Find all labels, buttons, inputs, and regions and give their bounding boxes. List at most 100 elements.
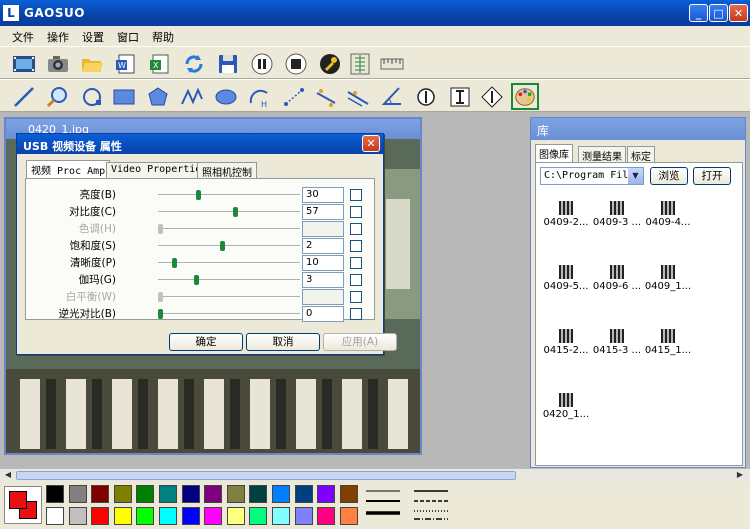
ruler-vertical-icon[interactable] bbox=[346, 50, 374, 77]
property-slider[interactable] bbox=[158, 207, 300, 217]
maximize-button[interactable]: □ bbox=[709, 4, 728, 22]
vertical-distance-icon[interactable] bbox=[446, 83, 474, 110]
excel-doc-icon[interactable]: X bbox=[146, 50, 174, 77]
color-swatch[interactable] bbox=[204, 485, 223, 503]
slider-thumb[interactable] bbox=[172, 258, 177, 268]
color-swatch[interactable] bbox=[339, 507, 358, 525]
color-swatch[interactable] bbox=[317, 485, 336, 503]
color-swatch[interactable] bbox=[249, 485, 268, 503]
chevron-down-icon[interactable]: ▼ bbox=[628, 168, 643, 184]
wrench-icon[interactable] bbox=[316, 50, 344, 77]
polyline-icon[interactable] bbox=[178, 83, 206, 110]
circle-center-icon[interactable] bbox=[412, 83, 440, 110]
color-swatch[interactable] bbox=[113, 507, 132, 525]
horizontal-distance-icon[interactable] bbox=[478, 83, 506, 110]
color-swatch[interactable] bbox=[317, 507, 336, 525]
film-icon[interactable] bbox=[10, 50, 38, 77]
ellipse-icon[interactable] bbox=[212, 83, 240, 110]
property-slider[interactable] bbox=[158, 275, 300, 285]
auto-checkbox[interactable] bbox=[350, 257, 362, 269]
apply-button[interactable]: 应用(A) bbox=[323, 333, 397, 351]
close-button[interactable]: ✕ bbox=[729, 4, 748, 22]
browse-button[interactable]: 浏览 bbox=[650, 167, 688, 185]
slider-thumb[interactable] bbox=[158, 309, 163, 319]
color-swatch[interactable] bbox=[181, 485, 200, 503]
ok-button[interactable]: 确定 bbox=[169, 333, 243, 351]
color-swatch[interactable] bbox=[113, 485, 132, 503]
auto-checkbox[interactable] bbox=[350, 189, 362, 201]
auto-checkbox[interactable] bbox=[350, 223, 362, 235]
auto-checkbox[interactable] bbox=[350, 291, 362, 303]
rectangle-icon[interactable] bbox=[110, 83, 138, 110]
slider-thumb[interactable] bbox=[233, 207, 238, 217]
color-swatch[interactable] bbox=[68, 485, 87, 503]
palette-icon[interactable] bbox=[511, 83, 539, 110]
menu-settings[interactable]: 设置 bbox=[82, 29, 104, 45]
library-thumbnail[interactable]: 0409-3 ... bbox=[589, 201, 645, 228]
parallel-lines-icon[interactable] bbox=[344, 83, 372, 110]
property-value[interactable]: 2 bbox=[302, 238, 344, 254]
refresh-icon[interactable] bbox=[180, 50, 208, 77]
color-swatch[interactable] bbox=[46, 507, 64, 525]
auto-checkbox[interactable] bbox=[350, 274, 362, 286]
angle-icon[interactable] bbox=[378, 83, 406, 110]
magnifier-icon[interactable] bbox=[44, 83, 72, 110]
camera-icon[interactable] bbox=[44, 50, 72, 77]
library-thumbnail[interactable]: 0415-2... bbox=[538, 329, 594, 356]
color-swatch[interactable] bbox=[294, 507, 313, 525]
scroll-left-icon[interactable]: ◀ bbox=[2, 470, 14, 481]
pause-icon[interactable] bbox=[248, 50, 276, 77]
tab-calibration[interactable]: 标定 bbox=[627, 146, 655, 163]
color-swatch[interactable] bbox=[272, 507, 290, 525]
tab-camera-control[interactable]: 照相机控制 bbox=[197, 162, 257, 179]
word-doc-icon[interactable]: W bbox=[112, 50, 140, 77]
menu-help[interactable]: 帮助 bbox=[152, 29, 174, 45]
polygon-icon[interactable] bbox=[144, 83, 172, 110]
menu-file[interactable]: 文件 bbox=[12, 29, 34, 45]
color-swatch[interactable] bbox=[339, 485, 358, 503]
color-swatch[interactable] bbox=[46, 485, 64, 503]
color-swatch[interactable] bbox=[159, 507, 177, 525]
color-swatch[interactable] bbox=[91, 485, 110, 503]
line-width-icon[interactable] bbox=[364, 486, 404, 524]
color-swatch[interactable] bbox=[181, 507, 200, 525]
stop-icon[interactable] bbox=[282, 50, 310, 77]
property-value[interactable]: 30 bbox=[302, 187, 344, 203]
slider-thumb[interactable] bbox=[220, 241, 225, 251]
color-swatch[interactable] bbox=[226, 507, 245, 525]
auto-checkbox[interactable] bbox=[350, 206, 362, 218]
color-swatch[interactable] bbox=[68, 507, 87, 525]
property-slider[interactable] bbox=[158, 190, 300, 200]
menu-operation[interactable]: 操作 bbox=[47, 29, 69, 45]
angle-line-icon[interactable] bbox=[312, 83, 340, 110]
library-thumbnail[interactable]: 0415-3 ... bbox=[589, 329, 645, 356]
library-thumbnail[interactable]: 0415_1... bbox=[640, 329, 696, 356]
tab-image-library[interactable]: 图像库 bbox=[535, 144, 573, 162]
property-slider[interactable] bbox=[158, 309, 300, 319]
dialog-close-button[interactable]: ✕ bbox=[362, 135, 380, 152]
color-swatch[interactable] bbox=[136, 507, 155, 525]
color-swatch[interactable] bbox=[272, 485, 290, 503]
property-value[interactable]: 0 bbox=[302, 306, 344, 322]
color-swatch[interactable] bbox=[204, 507, 223, 525]
line-style-icon[interactable] bbox=[412, 486, 452, 524]
color-swatch[interactable] bbox=[226, 485, 245, 503]
slider-thumb[interactable] bbox=[194, 275, 199, 285]
color-swatch[interactable] bbox=[91, 507, 110, 525]
tab-proc-amp[interactable]: 视频 Proc Amp bbox=[26, 160, 111, 179]
property-value[interactable]: 3 bbox=[302, 272, 344, 288]
horizontal-scrollbar[interactable]: ◀ ▶ bbox=[0, 468, 750, 482]
library-thumbnail[interactable]: 0409_1... bbox=[640, 265, 696, 292]
minimize-button[interactable]: _ bbox=[689, 4, 708, 22]
scroll-thumb[interactable] bbox=[16, 471, 516, 480]
property-slider[interactable] bbox=[158, 258, 300, 268]
library-thumbnail[interactable]: 0409-6 ... bbox=[589, 265, 645, 292]
scroll-right-icon[interactable]: ▶ bbox=[734, 470, 746, 481]
color-swatch[interactable] bbox=[136, 485, 155, 503]
menu-window[interactable]: 窗口 bbox=[117, 29, 139, 45]
cancel-button[interactable]: 取消 bbox=[246, 333, 320, 351]
save-icon[interactable] bbox=[214, 50, 242, 77]
color-swatch[interactable] bbox=[159, 485, 177, 503]
open-button[interactable]: 打开 bbox=[693, 167, 731, 185]
library-thumbnail[interactable]: 0420_1... bbox=[538, 393, 594, 420]
